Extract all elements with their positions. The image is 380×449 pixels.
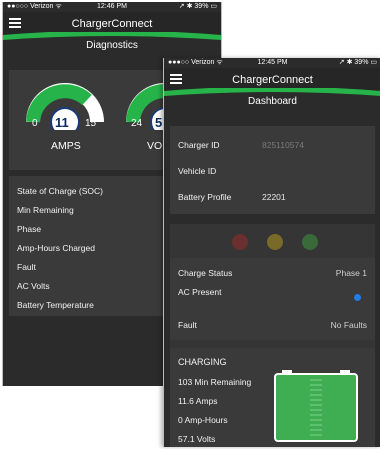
battery-profile-value: 22201 [262, 192, 286, 202]
row-fault: Fault [17, 262, 36, 272]
battery-charging-icon [274, 370, 358, 442]
amps-max: 15 [85, 118, 97, 129]
charger-info-card: Charger ID 825110574 Vehicle ID Battery … [170, 126, 375, 214]
charging-title: CHARGING [178, 357, 227, 367]
ac-present-indicator [354, 294, 361, 301]
status-bar: ●●○○○ Verizon ᯤ 12:46 PM ↗ ✱ 39% ▭ [3, 2, 221, 12]
battery-status: ↗ ✱ 39% ▭ [178, 3, 217, 10]
charging-card: CHARGING 103 Min Remaining 11.6 Amps 0 A… [170, 348, 375, 447]
volts-reading: 57.1 Volts [178, 434, 216, 444]
row-ac-volts: AC Volts [17, 281, 50, 291]
amps-reading: 11.6 Amps [178, 396, 218, 406]
charger-id-value: 825110574 [262, 140, 304, 150]
dashboard-screen: ●●●○○ Verizon ᯤ 12:45 PM ↗ ✱ 39% ▭ Charg… [163, 58, 380, 447]
status-bar: ●●●○○ Verizon ᯤ 12:45 PM ↗ ✱ 39% ▭ [164, 58, 380, 68]
row-min-remaining: Min Remaining [17, 205, 74, 215]
green-indicator-light [302, 234, 318, 250]
fault-value: No Faults [330, 320, 367, 330]
min-remaining: 103 Min Remaining [178, 377, 252, 387]
vehicle-id-label: Vehicle ID [178, 166, 217, 176]
amps-label: AMPS [51, 140, 81, 152]
fault-label: Fault [178, 320, 197, 330]
app-title: ChargerConnect [71, 18, 153, 30]
charge-status-value: Phase 1 [335, 268, 367, 278]
charge-status-label: Charge Status [178, 268, 233, 278]
charger-id-label: Charger ID [178, 140, 220, 150]
red-indicator-light [232, 234, 248, 250]
battery-status: ↗ ✱ 39% ▭ [338, 59, 377, 66]
amp-hours-reading: 0 Amp-Hours [178, 415, 228, 425]
charge-status-card: Charge Status Phase 1 AC Present Fault N… [170, 258, 375, 340]
app-title: ChargerConnect [232, 74, 313, 86]
page-title: Diagnostics [86, 40, 138, 51]
row-battery-temp: Battery Temperature [17, 300, 94, 310]
volts-min: 24 [131, 118, 143, 129]
ac-present-label: AC Present [178, 287, 222, 297]
row-phase: Phase [17, 224, 42, 234]
battery-profile-label: Battery Profile [178, 192, 232, 202]
amps-value: 11 [55, 115, 69, 130]
yellow-indicator-light [267, 234, 283, 250]
row-amp-hours: Amp-Hours Charged [17, 243, 95, 253]
row-soc: State of Charge (SOC) [17, 186, 103, 196]
amps-min: 0 [32, 118, 38, 129]
page-title: Dashboard [248, 96, 297, 107]
